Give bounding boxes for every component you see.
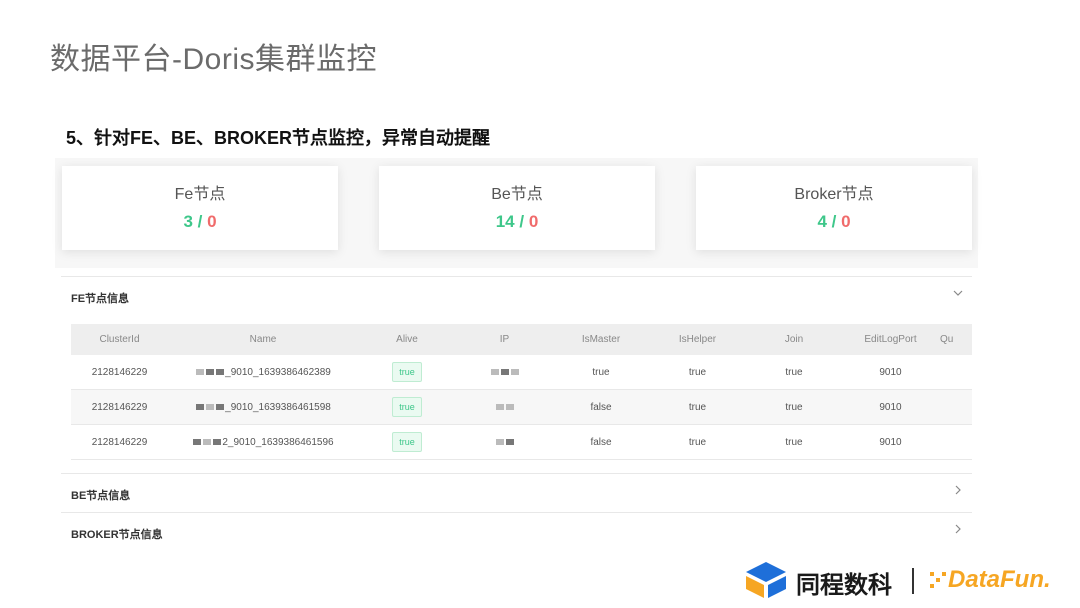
table-row[interactable]: 2128146229 _9010_1639386462389 true true… bbox=[71, 355, 972, 390]
stat-value: 14 / 0 bbox=[379, 212, 655, 232]
cell-clusterid: 2128146229 bbox=[71, 424, 168, 460]
col-editlogport[interactable]: EditLogPort bbox=[842, 324, 939, 355]
name-text: _9010_1639386461598 bbox=[225, 401, 331, 413]
col-ip[interactable]: IP bbox=[456, 324, 553, 355]
col-truncated[interactable]: Qu bbox=[939, 324, 972, 355]
monitor-panel: Fe节点 3 / 0 Be节点 14 / 0 Broker节点 4 / 0 FE… bbox=[55, 158, 978, 554]
cell-name: _9010_1639386461598 bbox=[168, 389, 358, 425]
redaction-mask bbox=[203, 438, 212, 445]
cell-clusterid: 2128146229 bbox=[71, 389, 168, 425]
stat-card-broker: Broker节点 4 / 0 bbox=[696, 166, 972, 250]
stat-title: Broker节点 bbox=[794, 186, 874, 203]
redaction-mask bbox=[505, 438, 514, 445]
logo-divider bbox=[912, 568, 914, 594]
cell-name: 2_9010_1639386461596 bbox=[168, 424, 358, 460]
dead-count: 0 bbox=[841, 212, 851, 231]
company-name: 同程数科 bbox=[796, 572, 892, 599]
col-ishelper[interactable]: IsHelper bbox=[649, 324, 746, 355]
redaction-mask bbox=[216, 403, 225, 410]
redaction-mask bbox=[213, 438, 222, 445]
cell-ismaster: true bbox=[553, 355, 649, 390]
datafun-logo-icon bbox=[930, 572, 946, 588]
cell-ishelper: true bbox=[649, 424, 746, 460]
cell-truncated bbox=[939, 355, 972, 390]
alive-badge: true bbox=[392, 397, 422, 417]
table-row[interactable]: 2128146229 2_9010_1639386461596 true fal… bbox=[71, 424, 972, 460]
cell-join: true bbox=[746, 389, 842, 425]
section-be-header[interactable]: BE节点信息 bbox=[61, 473, 972, 512]
chevron-down-icon[interactable] bbox=[952, 286, 964, 302]
cell-join: true bbox=[746, 424, 842, 460]
stat-value: 4 / 0 bbox=[696, 212, 972, 232]
stat-title: Fe节点 bbox=[174, 186, 226, 203]
cell-editlogport: 9010 bbox=[842, 355, 939, 390]
table-header-row: ClusterId Name Alive IP IsMaster IsHelpe… bbox=[71, 324, 972, 355]
redaction-mask bbox=[216, 368, 225, 375]
redaction-mask bbox=[490, 368, 499, 375]
section-broker-label: BROKER节点信息 bbox=[71, 529, 163, 541]
cell-ip bbox=[456, 424, 553, 460]
redaction-mask bbox=[505, 403, 514, 410]
col-alive[interactable]: Alive bbox=[358, 324, 456, 355]
stat-value: 3 / 0 bbox=[62, 212, 338, 232]
stat-card-fe: Fe节点 3 / 0 bbox=[62, 166, 338, 250]
cell-truncated bbox=[939, 424, 972, 460]
section-be-label: BE节点信息 bbox=[71, 490, 131, 502]
table-row[interactable]: 2128146229 _9010_1639386461598 true fals… bbox=[71, 389, 972, 425]
cell-join: true bbox=[746, 355, 842, 390]
chevron-right-icon[interactable] bbox=[952, 483, 964, 499]
cell-editlogport: 9010 bbox=[842, 424, 939, 460]
fe-node-table: ClusterId Name Alive IP IsMaster IsHelpe… bbox=[71, 324, 972, 460]
redaction-mask bbox=[500, 368, 509, 375]
cell-name: _9010_1639386462389 bbox=[168, 355, 358, 390]
stat-title: Be节点 bbox=[491, 186, 543, 203]
alive-count: 3 bbox=[183, 212, 193, 231]
cell-ishelper: true bbox=[649, 355, 746, 390]
redaction-mask bbox=[495, 438, 504, 445]
cell-ismaster: false bbox=[553, 424, 649, 460]
cell-ip bbox=[456, 389, 553, 425]
company-logo-icon bbox=[746, 562, 786, 598]
cell-clusterid: 2128146229 bbox=[71, 355, 168, 390]
alive-badge: true bbox=[392, 432, 422, 452]
redaction-mask bbox=[495, 403, 504, 410]
name-text: _9010_1639386462389 bbox=[225, 366, 331, 378]
section-fe-header[interactable]: FE节点信息 bbox=[61, 276, 972, 315]
chevron-right-icon[interactable] bbox=[952, 522, 964, 538]
redaction-mask bbox=[196, 403, 205, 410]
cell-ip bbox=[456, 355, 553, 390]
redaction-mask bbox=[196, 368, 205, 375]
section-broker-header[interactable]: BROKER节点信息 bbox=[61, 512, 972, 551]
cell-ismaster: false bbox=[553, 389, 649, 425]
redaction-mask bbox=[206, 403, 215, 410]
dead-count: 0 bbox=[528, 212, 539, 231]
alive-count: 4 bbox=[817, 212, 827, 231]
alive-count: 14 bbox=[495, 212, 515, 231]
col-join[interactable]: Join bbox=[746, 324, 842, 355]
col-name[interactable]: Name bbox=[168, 324, 358, 355]
redaction-mask bbox=[510, 368, 519, 375]
cell-truncated bbox=[939, 389, 972, 425]
count-separator: / bbox=[514, 212, 529, 231]
alive-badge: true bbox=[392, 362, 422, 382]
stat-row: Fe节点 3 / 0 Be节点 14 / 0 Broker节点 4 / 0 bbox=[55, 158, 978, 268]
redaction-mask bbox=[193, 438, 202, 445]
cell-ishelper: true bbox=[649, 389, 746, 425]
count-separator: / bbox=[826, 212, 842, 231]
slide-title: 数据平台-Doris集群监控 bbox=[50, 43, 377, 76]
section-fe-label: FE节点信息 bbox=[71, 293, 130, 305]
cell-editlogport: 9010 bbox=[842, 389, 939, 425]
stat-card-be: Be节点 14 / 0 bbox=[379, 166, 655, 250]
redaction-mask bbox=[206, 368, 215, 375]
col-ismaster[interactable]: IsMaster bbox=[553, 324, 649, 355]
count-separator: / bbox=[192, 212, 208, 231]
cell-alive: true bbox=[358, 424, 456, 460]
col-clusterid[interactable]: ClusterId bbox=[71, 324, 168, 355]
dead-count: 0 bbox=[207, 212, 217, 231]
cell-alive: true bbox=[358, 389, 456, 425]
partner-name: DataFun. bbox=[948, 566, 1051, 593]
cell-alive: true bbox=[358, 355, 456, 390]
name-text: 2_9010_1639386461596 bbox=[222, 436, 334, 448]
slide-subtitle: 5、针对FE、BE、BROKER节点监控，异常自动提醒 bbox=[66, 128, 491, 148]
